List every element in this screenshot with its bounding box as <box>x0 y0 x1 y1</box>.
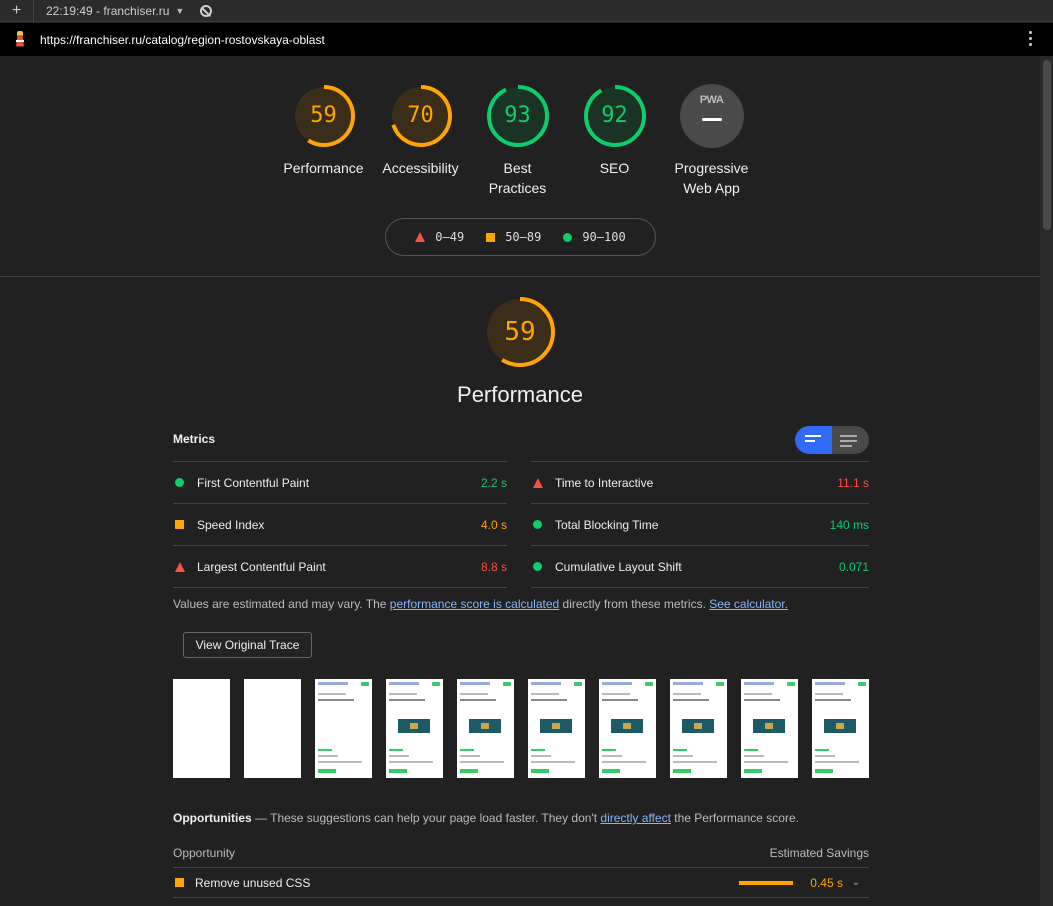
savings-bar <box>739 880 793 885</box>
filmstrip-frame <box>386 679 443 778</box>
gauge-label: Accessibility <box>382 160 459 176</box>
metric-row: Speed Index 4.0 s <box>173 503 507 545</box>
metric-row: Total Blocking Time 140 ms <box>531 503 869 545</box>
opportunities-title: Opportunities <box>173 811 252 825</box>
filmstrip-frame <box>173 679 230 778</box>
legend-average: 50–89 <box>486 230 541 244</box>
pwa-badge-icon: PWA <box>679 84 744 148</box>
dropdown-caret-icon: ▼ <box>175 5 185 16</box>
filmstrip <box>173 679 869 778</box>
metric-value: 2.2 s <box>480 475 507 490</box>
gauge-label: Progressive Web App <box>674 160 749 196</box>
metric-name: Cumulative Layout Shift <box>555 559 682 574</box>
opportunity-row[interactable]: Remove unused CSS 0.45 s ⌄ <box>173 868 869 898</box>
square-icon <box>175 878 184 887</box>
square-icon <box>175 520 184 529</box>
triangle-icon <box>415 232 426 242</box>
gauge-pwa[interactable]: PWA Progressive Web App <box>663 84 760 198</box>
score-legend: 0–49 50–89 90–100 <box>385 218 656 256</box>
scrollbar-thumb[interactable] <box>1043 60 1051 230</box>
metrics-note: Values are estimated and may vary. The p… <box>173 597 788 611</box>
gauge-label: Best Practices <box>488 160 547 196</box>
metric-row: First Contentful Paint 2.2 s <box>173 461 507 503</box>
square-icon <box>486 232 496 242</box>
session-selector[interactable]: 22:19:49 - franchiser.ru ▼ <box>46 4 184 18</box>
opportunities-table-header: Opportunity Estimated Savings <box>173 846 869 868</box>
metric-value: 11.1 s <box>837 475 869 490</box>
gauge-score: 59 <box>310 103 337 128</box>
compact-view-icon[interactable] <box>805 435 821 442</box>
opportunity-name: Remove unused CSS <box>195 875 311 890</box>
performance-title: Performance <box>457 382 583 407</box>
metric-name: Time to Interactive <box>555 475 654 490</box>
gauge-performance[interactable]: 59 Performance <box>275 84 372 198</box>
savings-value: 0.45 s <box>810 875 843 890</box>
devtools-toolbar: + 22:19:49 - franchiser.ru ▼ <box>0 0 1053 22</box>
metrics-heading: Metrics <box>173 432 216 446</box>
gauge-score: 92 <box>601 103 628 128</box>
gauge-label: SEO <box>599 160 630 176</box>
metric-name: Speed Index <box>197 517 265 532</box>
new-report-button[interactable]: + <box>0 0 34 22</box>
more-options-icon[interactable] <box>1029 31 1033 46</box>
filmstrip-frame <box>670 679 727 778</box>
gauge-score: 93 <box>504 103 531 128</box>
directly-affect-link[interactable]: directly affect <box>600 811 670 825</box>
view-original-trace-button[interactable]: View Original Trace <box>183 632 312 658</box>
triangle-icon <box>175 561 185 572</box>
opportunities-table: Opportunity Estimated Savings Remove unu… <box>173 846 869 898</box>
metric-row: Time to Interactive 11.1 s <box>531 461 869 503</box>
metric-name: Largest Contentful Paint <box>197 559 326 574</box>
metric-value: 0.071 <box>838 559 869 574</box>
filmstrip-frame <box>457 679 514 778</box>
metric-row: Largest Contentful Paint 8.8 s <box>173 545 507 587</box>
col-estimated-savings: Estimated Savings <box>769 846 869 860</box>
filmstrip-frame <box>741 679 798 778</box>
filmstrip-frame <box>599 679 656 778</box>
metric-value: 4.0 s <box>480 517 507 532</box>
session-label: 22:19:49 - franchiser.ru <box>46 3 170 18</box>
filmstrip-frame <box>244 679 301 778</box>
report-url[interactable]: https://franchiser.ru/catalog/region-ros… <box>40 33 325 47</box>
metrics-view-toggle[interactable] <box>795 426 869 454</box>
filmstrip-frame <box>812 679 869 778</box>
circle-icon <box>533 562 542 571</box>
metric-name: First Contentful Paint <box>197 475 310 490</box>
gauge-score: 70 <box>407 103 434 128</box>
performance-gauge: 59 <box>484 296 556 368</box>
metrics-grid: First Contentful Paint 2.2 s Time to Inter… <box>173 461 869 588</box>
circle-icon <box>563 232 573 242</box>
triangle-icon <box>533 477 543 488</box>
gauge-label: Performance <box>283 160 364 176</box>
col-opportunity: Opportunity <box>173 846 236 860</box>
circle-icon <box>175 478 184 487</box>
metric-value: 140 ms <box>829 517 869 532</box>
see-calculator-link[interactable]: See calculator. <box>709 597 788 611</box>
chevron-down-icon[interactable]: ⌄ <box>843 877 869 888</box>
pwa-badge-text: PWA <box>699 94 724 106</box>
legend-fail: 0–49 <box>415 230 464 244</box>
clear-all-icon[interactable] <box>200 4 213 17</box>
lighthouse-icon <box>14 30 26 49</box>
gauge-best-practices[interactable]: 93 Best Practices <box>469 84 566 198</box>
expanded-view-icon[interactable] <box>840 435 857 447</box>
performance-score: 59 <box>504 317 536 347</box>
legend-pass: 90–100 <box>563 230 626 244</box>
circle-icon <box>533 520 542 529</box>
filmstrip-frame <box>528 679 585 778</box>
score-calculated-link[interactable]: performance score is calculated <box>390 597 559 611</box>
filmstrip-frame <box>315 679 372 778</box>
gauge-accessibility[interactable]: 70 Accessibility <box>372 84 469 198</box>
section-divider <box>0 276 1040 277</box>
opportunities-header: Opportunities — These suggestions can he… <box>173 811 799 825</box>
metric-name: Total Blocking Time <box>555 517 659 532</box>
metric-value: 8.8 s <box>480 559 507 574</box>
gauge-seo[interactable]: 92 SEO <box>566 84 663 198</box>
category-gauges: 59 Performance 70 Accessibility 93 Best … <box>275 84 760 198</box>
scrollbar[interactable] <box>1040 56 1053 906</box>
report-url-bar: https://franchiser.ru/catalog/region-ros… <box>0 23 1053 56</box>
metric-row: Cumulative Layout Shift 0.071 <box>531 545 869 587</box>
